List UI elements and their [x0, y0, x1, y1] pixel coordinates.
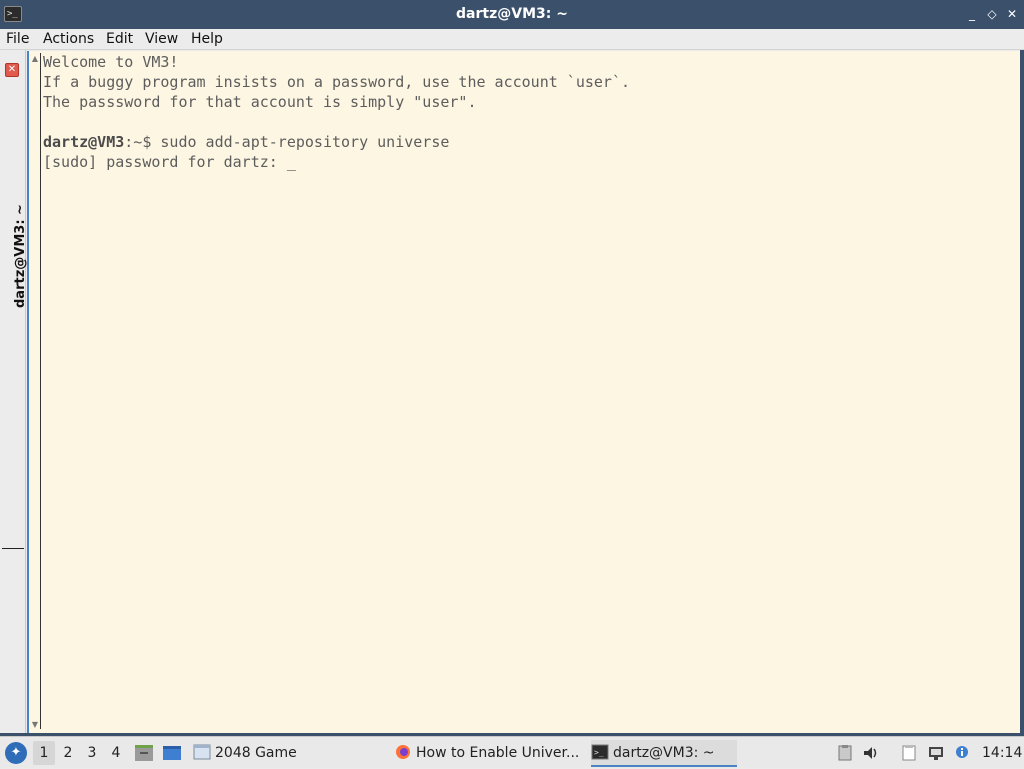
title-bar: >_ dartz@VM3: ~ _ ◇ ✕	[0, 0, 1024, 29]
svg-text:>_: >_	[594, 748, 604, 757]
clock[interactable]: 14:14	[982, 737, 1022, 769]
terminal-command: sudo add-apt-repository universe	[160, 133, 450, 151]
terminal-welcome-line: Welcome to VM3!	[43, 53, 179, 71]
task-label: 2048 Game	[215, 745, 297, 761]
scroll-up-icon[interactable]: ▲	[29, 53, 41, 65]
firefox-icon	[394, 743, 412, 759]
task-label: dartz@VM3: ~	[613, 745, 715, 761]
terminal-sudo-prompt: [sudo] password for dartz:	[43, 153, 287, 171]
workspace-2[interactable]: 2	[57, 741, 79, 765]
scrollbar[interactable]	[40, 53, 41, 729]
menu-file[interactable]: File	[6, 29, 29, 50]
task-firefox[interactable]: How to Enable Univer...	[394, 740, 584, 767]
terminal-prompt-path: :~$	[124, 133, 161, 151]
taskbar: ✦ 1 2 3 4 2048 Game How to Enable Univer…	[0, 736, 1024, 768]
task-2048-game[interactable]: 2048 Game	[193, 740, 343, 767]
terminal-info-line-1: If a buggy program insists on a password…	[43, 73, 630, 91]
menu-edit[interactable]: Edit	[106, 29, 133, 50]
window-icon	[193, 743, 211, 760]
menu-view[interactable]: View	[145, 29, 178, 50]
menu-help[interactable]: Help	[191, 29, 223, 50]
window-right-border	[1020, 50, 1024, 734]
workspace-3[interactable]: 3	[81, 741, 103, 765]
task-terminal[interactable]: >_ dartz@VM3: ~	[591, 740, 737, 767]
start-menu-icon[interactable]: ✦	[5, 742, 27, 764]
network-icon[interactable]	[927, 744, 945, 762]
workspace-4[interactable]: 4	[105, 741, 127, 765]
scroll-down-icon[interactable]: ▼	[29, 719, 41, 731]
show-desktop-icon[interactable]	[162, 744, 182, 762]
workspace-1[interactable]: 1	[33, 741, 55, 765]
close-button[interactable]: ✕	[1004, 6, 1020, 22]
tab-close-icon[interactable]: ✕	[5, 63, 19, 77]
terminal-cursor: _	[286, 153, 296, 171]
menu-bar: File Actions Edit View Help	[0, 29, 1024, 50]
terminal-area[interactable]: Welcome to VM3! If a buggy program insis…	[27, 51, 1020, 734]
terminal-icon: >_	[591, 743, 609, 760]
info-icon[interactable]	[953, 744, 971, 762]
menu-actions[interactable]: Actions	[43, 29, 94, 50]
file-manager-icon[interactable]	[134, 744, 154, 762]
minimize-button[interactable]: _	[964, 6, 980, 22]
task-label: How to Enable Univer...	[416, 745, 580, 761]
terminal-prompt-user: dartz@VM3	[43, 133, 125, 151]
terminal-command-line: dartz@VM3:~$ sudo add-apt-repository uni…	[43, 132, 449, 152]
notes-icon[interactable]	[900, 744, 918, 762]
window-title: dartz@VM3: ~	[456, 6, 568, 22]
terminal-info-line-2: The passsword for that account is simply…	[43, 93, 477, 111]
terminal-sudo-line: [sudo] password for dartz: _	[43, 152, 296, 172]
tab-strip: ✕ dartz@VM3: ~	[0, 50, 28, 734]
tab-separator	[2, 548, 24, 549]
clipboard-tray-icon[interactable]	[836, 744, 854, 762]
maximize-button[interactable]: ◇	[984, 6, 1000, 22]
volume-icon[interactable]	[862, 744, 880, 762]
